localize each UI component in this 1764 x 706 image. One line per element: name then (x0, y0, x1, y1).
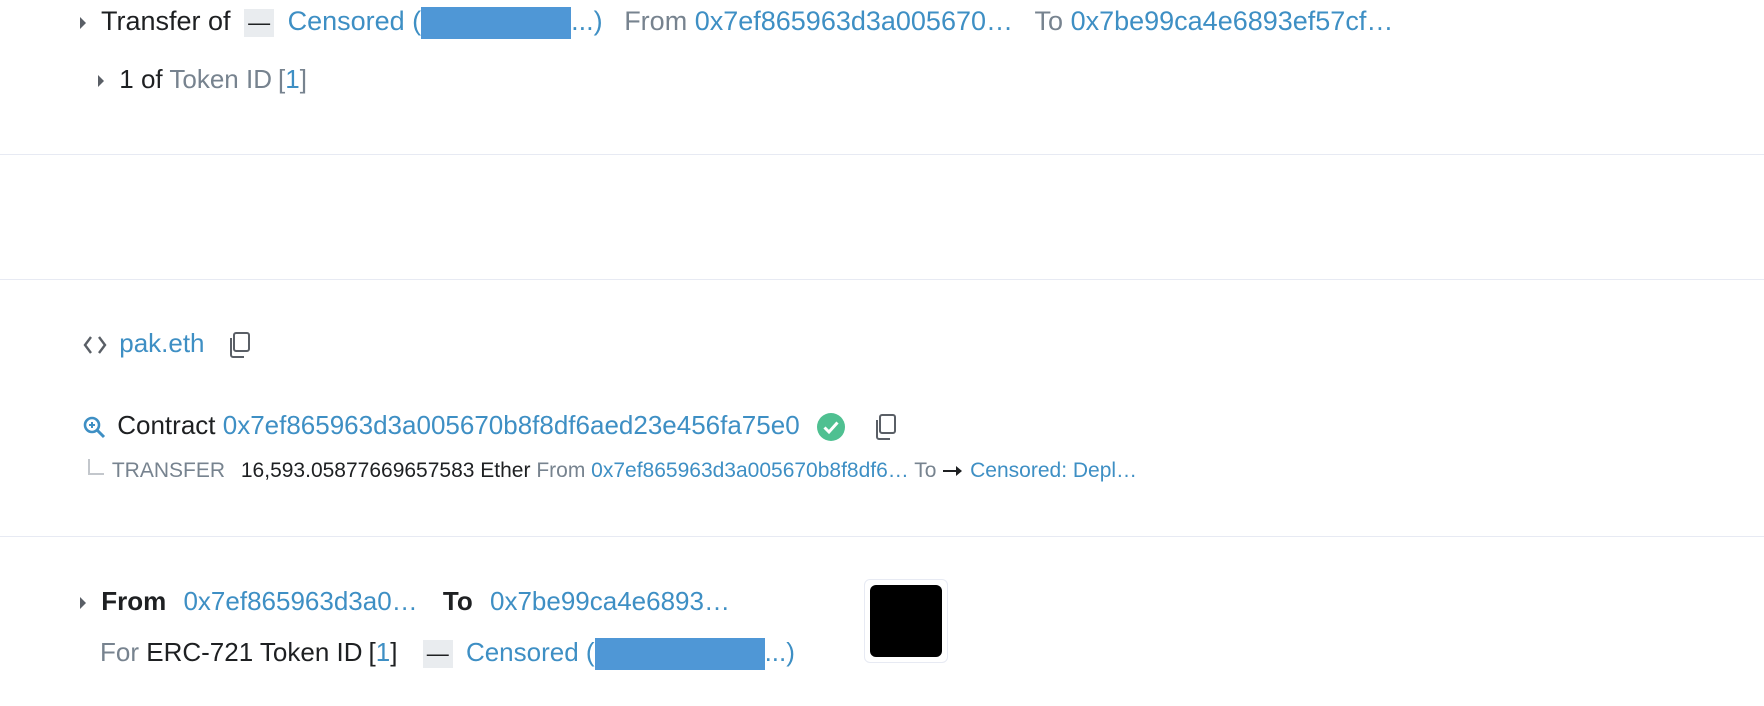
from-label: From (101, 586, 167, 616)
ens-name-link[interactable]: pak.eth (119, 328, 204, 358)
bracket-close: ] (390, 637, 398, 667)
censored-bar (421, 6, 572, 39)
caret-right-icon[interactable] (98, 75, 104, 88)
arrow-right-icon (942, 464, 964, 478)
ens-row: pak.eth (82, 326, 252, 360)
internal-transfer-row: TRANSFER 16,593.05877669657583 Ether Fro… (88, 457, 1137, 485)
to-address-link[interactable]: 0x7be99ca4e6893ef57cf… (1071, 6, 1394, 36)
nft-from-to-row: From 0x7ef865963d3a0… To 0x7be99ca4e6893… (80, 584, 730, 618)
bracket-open: [ (368, 637, 376, 667)
transfer-amount: 16,593.05877669657583 Ether (240, 459, 531, 482)
token-standard: ERC-721 Token ID (146, 637, 363, 667)
to-label: To (1034, 6, 1064, 36)
bracket-close: ] (299, 64, 307, 94)
censored-bar (594, 638, 765, 671)
for-label: For (100, 637, 139, 667)
from-label: From (624, 6, 688, 36)
zoom-in-icon (82, 415, 106, 439)
from-label: From (536, 459, 586, 482)
nft-image (870, 585, 942, 657)
transfer-prefix: Transfer of (101, 6, 231, 36)
token-dash-badge: — (422, 640, 453, 669)
contract-row: Contract 0x7ef865963d3a005670b8f8df6aed2… (82, 408, 898, 442)
to-label: To (442, 586, 473, 616)
from-address-link[interactable]: 0x7ef865963d3a005670… (695, 6, 1013, 36)
transfer-row: Transfer of — Censored (...) From 0x7ef8… (80, 4, 1394, 39)
token-name: Censored ( (465, 637, 595, 667)
caret-right-icon[interactable] (80, 597, 86, 610)
contract-label: Contract (117, 410, 216, 440)
token-id-link[interactable]: 1 (376, 637, 390, 667)
contract-address-link[interactable]: 0x7ef865963d3a005670b8f8df6aed23e456fa75… (223, 410, 800, 440)
token-id-link[interactable]: 1 (285, 64, 299, 94)
from-address-link[interactable]: 0x7ef865963d3a0… (183, 586, 417, 616)
tree-connector (88, 459, 104, 475)
caret-right-icon[interactable] (80, 16, 86, 29)
token-dash-badge: — (244, 8, 275, 37)
verified-check-icon (816, 413, 845, 442)
token-name-link[interactable]: Censored (...) (465, 637, 795, 671)
nft-token-row: For ERC-721 Token ID [1] — Censored (...) (100, 635, 795, 671)
token-name: Censored ( (287, 6, 422, 36)
from-address-link[interactable]: 0x7ef865963d3a005670b8f8df6… (591, 459, 909, 482)
token-count: 1 (119, 64, 134, 94)
token-name-suffix: ...) (764, 637, 795, 667)
token-name-suffix: ...) (571, 6, 603, 36)
token-name-link[interactable]: Censored (...) (287, 6, 611, 39)
transfer-type: TRANSFER (111, 459, 226, 482)
token-id-row: 1 of Token ID [1] (98, 62, 307, 96)
of-label: of (140, 64, 163, 94)
copy-icon[interactable] (226, 331, 252, 359)
divider (0, 279, 1764, 280)
code-icon (82, 332, 108, 358)
to-address-link[interactable]: 0x7be99ca4e6893… (490, 586, 730, 616)
nft-thumbnail[interactable] (864, 579, 948, 663)
token-id-label: Token ID (169, 64, 272, 94)
divider (0, 154, 1764, 155)
copy-icon[interactable] (872, 413, 898, 441)
to-address-link[interactable]: Censored: Depl… (970, 459, 1137, 482)
divider (0, 536, 1764, 537)
to-label: To (914, 459, 937, 482)
